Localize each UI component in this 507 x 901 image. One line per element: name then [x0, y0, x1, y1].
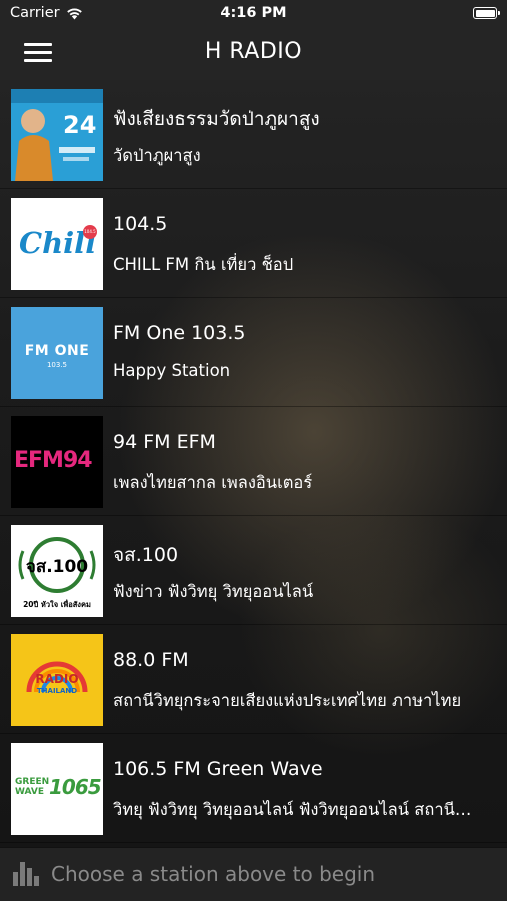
station-list: 24 ฟังเสียงธรรมวัดป่าภูผาสูง วัดป่าภูผาส…: [0, 80, 507, 843]
player-bar[interactable]: Choose a station above to begin: [0, 847, 507, 901]
station-row[interactable]: จส.100 20ปี หัวใจ เพื่อสังคม จส.100 ฟังข…: [0, 516, 507, 625]
equalizer-icon: [13, 862, 39, 886]
station-description: สถานีวิทยุกระจายเสียงแห่งประเทศไทย ภาษาไ…: [113, 691, 462, 710]
battery-icon: [473, 7, 500, 19]
nav-bar: H RADIO: [0, 28, 507, 80]
station-name: 106.5 FM Green Wave: [113, 758, 323, 780]
station-row[interactable]: RADIO THAILAND 88.0 FM สถานีวิทยุกระจายเ…: [0, 625, 507, 734]
status-time: 4:16 PM: [220, 5, 287, 21]
station-name: ฟังเสียงธรรมวัดป่าภูผาสูง: [113, 108, 320, 130]
station-row[interactable]: Chill 104.5 104.5 CHILL FM กิน เที่ยว ช็…: [0, 189, 507, 298]
station-name: FM One 103.5: [113, 322, 246, 344]
station-row[interactable]: EFM94 94 FM EFM เพลงไทยสากล เพลงอินเตอร์: [0, 407, 507, 516]
station-name: 104.5: [113, 213, 168, 235]
radio-thailand-logo-icon: RADIO THAILAND: [11, 634, 103, 726]
js100-logo-icon: จส.100 20ปี หัวใจ เพื่อสังคม: [11, 525, 103, 617]
station-name: จส.100: [113, 544, 179, 566]
station-description: ฟังข่าว ฟังวิทยุ วิทยุออนไลน์: [113, 582, 314, 601]
monk-photo-icon: 24: [11, 89, 103, 181]
station-description: วัดป่าภูผาสูง: [113, 146, 201, 165]
station-row[interactable]: 24 ฟังเสียงธรรมวัดป่าภูผาสูง วัดป่าภูผาส…: [0, 80, 507, 189]
player-prompt: Choose a station above to begin: [51, 862, 376, 886]
station-description: CHILL FM กิน เที่ยว ช็อป: [113, 255, 294, 274]
status-bar: Carrier 4:16 PM: [0, 0, 507, 28]
station-row[interactable]: FM ONE 103.5 FM One 103.5 Happy Station: [0, 298, 507, 407]
station-description: Happy Station: [113, 361, 231, 380]
page-title: H RADIO: [204, 39, 303, 64]
station-row[interactable]: GREEN WAVE 1065 106.5 FM Green Wave วิทย…: [0, 734, 507, 843]
station-description: เพลงไทยสากล เพลงอินเตอร์: [113, 473, 313, 492]
chill-fm-logo-icon: Chill 104.5: [11, 198, 103, 290]
green-wave-logo-icon: GREEN WAVE 1065: [11, 743, 103, 835]
station-description: วิทยุ ฟังวิทยุ วิทยุออนไลน์ ฟังวิทยุออนไ…: [113, 800, 473, 819]
station-name: 88.0 FM: [113, 649, 189, 671]
station-name: 94 FM EFM: [113, 431, 216, 453]
fm-one-logo-icon: FM ONE 103.5: [11, 307, 103, 399]
efm-logo-icon: EFM94: [11, 416, 103, 508]
